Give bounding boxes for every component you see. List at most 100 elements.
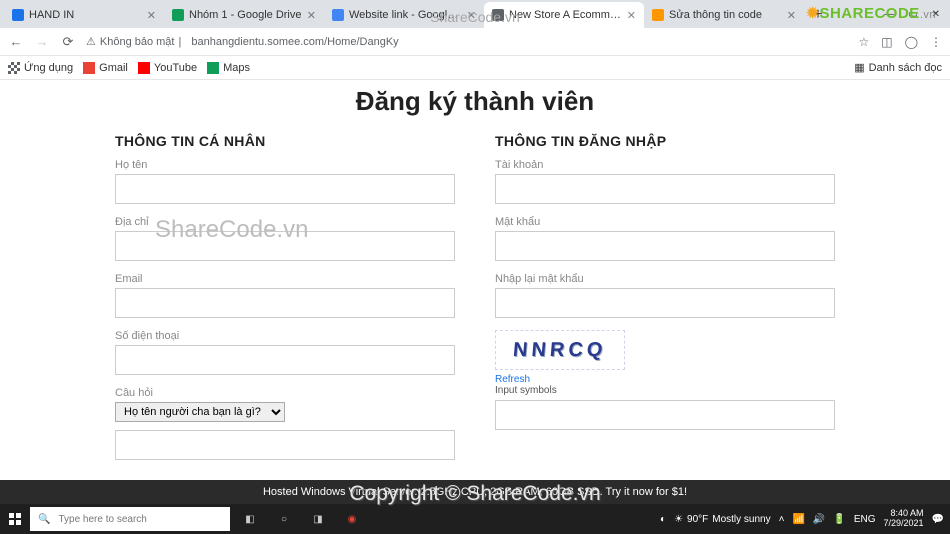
- bookmark-youtube[interactable]: YouTube: [138, 62, 197, 74]
- weather-icon: ☀: [674, 514, 683, 525]
- pinned-app-1[interactable]: ◨: [304, 504, 332, 534]
- date-text: 7/29/2021: [884, 519, 924, 529]
- captcha-text: NNRCQ: [512, 339, 607, 362]
- captcha-refresh-link[interactable]: Refresh: [495, 374, 835, 385]
- account-label: Tài khoản: [495, 159, 835, 171]
- windows-taskbar: 🔍 Type here to search ◧ ○ ◨ ◉ ◐ ☀ 90°F M…: [0, 504, 950, 534]
- security-indicator[interactable]: ⚠ Không bảo mật |: [86, 35, 181, 48]
- system-tray: ◐ ☀ 90°F Mostly sunny ˄ 📶 🔊 🔋 ENG 8:40 A…: [660, 509, 950, 529]
- fullname-input[interactable]: [115, 174, 455, 204]
- fullname-label: Họ tên: [115, 159, 455, 171]
- tab-active-ecommerce[interactable]: New Store A Ecommerce Catego ✕: [484, 2, 644, 28]
- email-input[interactable]: [115, 288, 455, 318]
- sharecode-logo: ✹SHARECODE.vn: [806, 4, 936, 22]
- tab-label: Sửa thông tin code: [669, 9, 782, 21]
- apps-icon: [8, 62, 20, 74]
- back-button[interactable]: ←: [8, 34, 24, 49]
- tab-sharecode[interactable]: Sửa thông tin code ✕: [644, 2, 804, 28]
- apps-shortcut[interactable]: Ứng dụng: [8, 62, 73, 74]
- language-indicator[interactable]: ENG: [854, 514, 876, 525]
- tab-close-icon[interactable]: ✕: [307, 9, 316, 22]
- chrome-app[interactable]: ◉: [338, 504, 366, 534]
- menu-icon[interactable]: ⋮: [930, 35, 942, 49]
- tab-favicon: [652, 9, 664, 21]
- volume-icon[interactable]: 🔊: [813, 514, 825, 525]
- network-icon[interactable]: 📶: [792, 514, 804, 525]
- reading-list-icon: ▦: [854, 61, 864, 74]
- tab-label: Nhóm 1 - Google Drive: [189, 9, 302, 21]
- hosting-banner[interactable]: Hosted Windows Virtual Server. 2.5GHz CP…: [0, 480, 950, 504]
- page-title: Đăng ký thành viên: [0, 86, 950, 117]
- address-input[interactable]: [115, 231, 455, 261]
- tab-close-icon[interactable]: ✕: [147, 9, 156, 22]
- tray-chevron-icon[interactable]: ˄: [779, 514, 785, 525]
- cortana-button[interactable]: ○: [270, 504, 298, 534]
- address-bar: ← → ⟳ ⚠ Không bảo mật | banhangdientu.so…: [0, 28, 950, 56]
- bookmarks-bar: Ứng dụng Gmail YouTube Maps ▦ Danh sách …: [0, 56, 950, 80]
- personal-info-heading: THÔNG TIN CÁ NHÂN: [115, 133, 455, 149]
- repassword-label: Nhập lại mật khẩu: [495, 273, 835, 285]
- address-bar-icons: ☆ ◫ ◯ ⋮: [858, 35, 942, 49]
- password-label: Mật khẩu: [495, 216, 835, 228]
- tab-close-icon[interactable]: ✕: [467, 9, 476, 22]
- captcha-hint: Input symbols: [495, 385, 835, 396]
- apps-label: Ứng dụng: [24, 62, 73, 74]
- reload-button[interactable]: ⟳: [60, 34, 76, 50]
- tab-label: Website link - Google Tài liệu: [349, 9, 462, 21]
- captcha-input[interactable]: [495, 400, 835, 430]
- tab-favicon: [332, 9, 344, 21]
- bookmark-label: Maps: [223, 62, 250, 74]
- reading-list-button[interactable]: ▦ Danh sách đọc: [854, 61, 942, 74]
- captcha-image: NNRCQ: [495, 330, 625, 370]
- logo-swirl-icon: ✹: [806, 5, 819, 22]
- password-input[interactable]: [495, 231, 835, 261]
- search-icon: 🔍: [38, 514, 50, 525]
- weather-temp: 90°F: [687, 514, 708, 525]
- tab-drive[interactable]: Nhóm 1 - Google Drive ✕: [164, 2, 324, 28]
- address-label: Địa chỉ: [115, 216, 455, 228]
- task-view-button[interactable]: ◧: [236, 504, 264, 534]
- youtube-icon: [138, 62, 150, 74]
- windows-icon: [9, 513, 21, 525]
- warning-icon: ⚠: [86, 35, 96, 48]
- bookmark-label: YouTube: [154, 62, 197, 74]
- email-label: Email: [115, 273, 455, 285]
- tab-label: New Store A Ecommerce Catego: [509, 9, 622, 21]
- bookmark-label: Gmail: [99, 62, 128, 74]
- answer-input[interactable]: [115, 430, 455, 460]
- maps-icon: [207, 62, 219, 74]
- login-info-column: THÔNG TIN ĐĂNG NHẬP Tài khoản Mật khẩu N…: [495, 133, 835, 472]
- star-icon[interactable]: ☆: [858, 35, 869, 49]
- forward-button[interactable]: →: [34, 34, 50, 49]
- login-info-heading: THÔNG TIN ĐĂNG NHẬP: [495, 133, 835, 149]
- tray-icon[interactable]: ◐: [660, 514, 666, 525]
- extension-icon[interactable]: ◫: [881, 35, 892, 49]
- repassword-input[interactable]: [495, 288, 835, 318]
- bookmark-maps[interactable]: Maps: [207, 62, 250, 74]
- reading-list-label: Danh sách đọc: [869, 62, 942, 74]
- phone-input[interactable]: [115, 345, 455, 375]
- url-text[interactable]: banhangdientu.somee.com/Home/DangKy: [191, 36, 398, 48]
- taskbar-pinned: ◧ ○ ◨ ◉: [236, 504, 366, 534]
- gmail-icon: [83, 62, 95, 74]
- weather-widget[interactable]: ☀ 90°F Mostly sunny: [674, 514, 771, 525]
- tab-docs[interactable]: Website link - Google Tài liệu ✕: [324, 2, 484, 28]
- question-select[interactable]: Họ tên người cha bạn là gì?: [115, 402, 285, 422]
- tab-favicon: [12, 9, 24, 21]
- taskbar-search[interactable]: 🔍 Type here to search: [30, 507, 230, 531]
- start-button[interactable]: [0, 504, 30, 534]
- tab-favicon: [172, 9, 184, 21]
- tab-close-icon[interactable]: ✕: [627, 9, 636, 22]
- notifications-icon[interactable]: 💬: [932, 514, 944, 525]
- tab-favicon: [492, 9, 504, 21]
- profile-icon[interactable]: ◯: [905, 35, 918, 49]
- clock[interactable]: 8:40 AM 7/29/2021: [884, 509, 924, 529]
- account-input[interactable]: [495, 174, 835, 204]
- battery-icon[interactable]: 🔋: [833, 514, 845, 525]
- tab-hand-in[interactable]: HAND IN ✕: [4, 2, 164, 28]
- tab-close-icon[interactable]: ✕: [787, 9, 796, 22]
- security-text: Không bảo mật: [100, 36, 175, 48]
- bookmark-gmail[interactable]: Gmail: [83, 62, 128, 74]
- personal-info-column: THÔNG TIN CÁ NHÂN Họ tên Địa chỉ Email S…: [115, 133, 455, 472]
- weather-text: Mostly sunny: [712, 514, 770, 525]
